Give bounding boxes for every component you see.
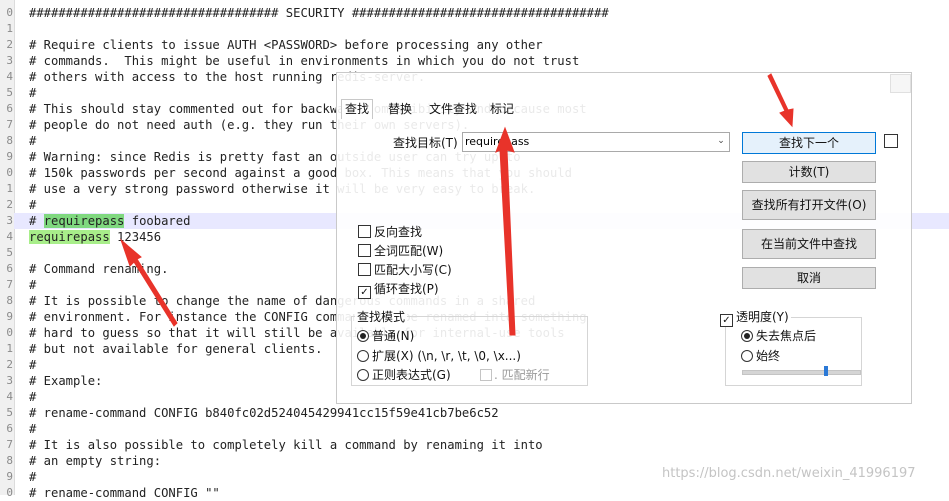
watermark: https://blog.csdn.net/weixin_41996197 bbox=[662, 466, 916, 481]
annotation-arrows bbox=[119, 73, 794, 336]
arrow-to-requirepass bbox=[119, 238, 178, 327]
arrow-to-search-input bbox=[495, 126, 516, 336]
arrow-to-find-next bbox=[767, 73, 794, 128]
